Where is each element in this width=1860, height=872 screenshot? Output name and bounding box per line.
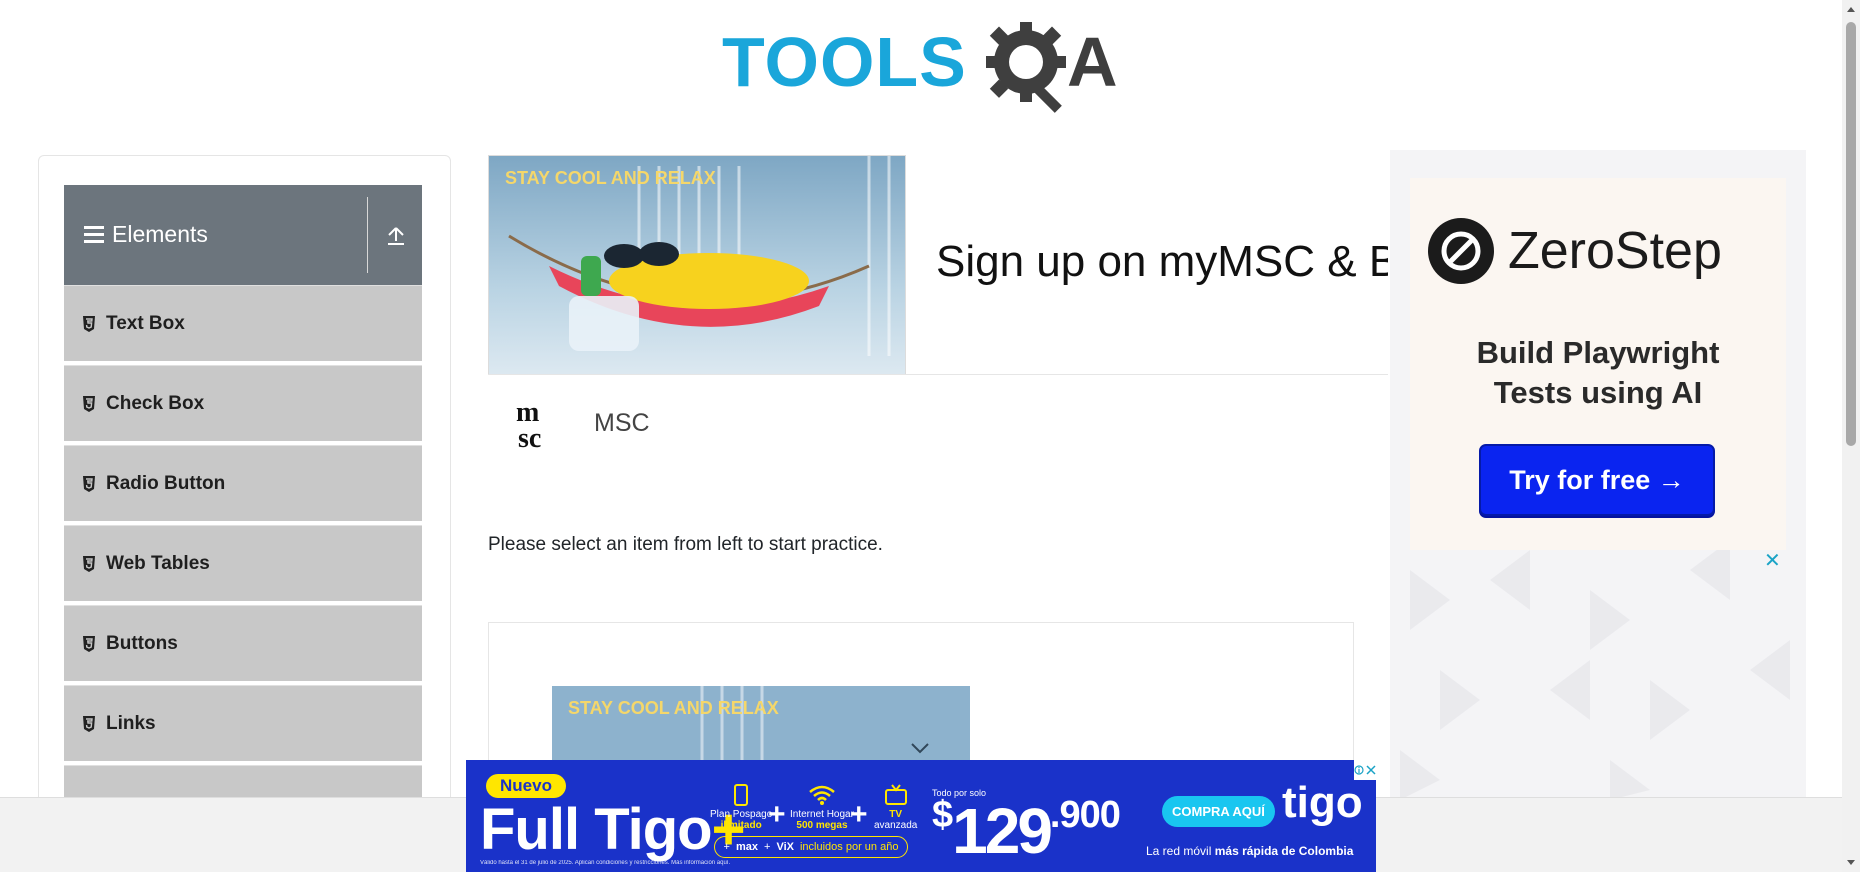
html5-shield-icon: [82, 396, 96, 412]
zerostep-logo-icon: [1428, 218, 1494, 284]
vertical-scrollbar[interactable]: [1842, 0, 1860, 872]
ad-headline[interactable]: Sign up on myMSC & B: [936, 237, 1388, 287]
tigo-streaming-pill: + max + ViX incluidos por un año: [714, 836, 908, 858]
html5-shield-icon: [82, 476, 96, 492]
sidebar-item-label: Radio Button: [106, 473, 226, 494]
close-icon[interactable]: ✕: [1764, 548, 1781, 572]
try-for-free-button[interactable]: Try for free →: [1479, 444, 1715, 516]
tigo-plus-2: +: [850, 798, 868, 831]
zerostep-card[interactable]: ZeroStep Build Playwright Tests using AI…: [1410, 178, 1786, 550]
html5-shield-icon: [82, 716, 96, 732]
group-title-label: Elements: [112, 221, 208, 247]
tigo-item2-top: Internet Hogar: [790, 809, 854, 820]
tigo-full-title: Full Tigo +: [480, 796, 745, 863]
tigo-logo: tigo: [1282, 778, 1363, 827]
sidebar-item-text-box[interactable]: Text Box: [64, 285, 422, 363]
elements-group-header[interactable]: Elements: [64, 185, 422, 285]
tigo-price-dollar: $: [932, 794, 953, 836]
tigo-full-word: Full: [480, 797, 580, 862]
tigo-plus-1: +: [768, 798, 786, 831]
tigo-item2-bottom: 500 megas: [796, 820, 848, 831]
ad-image-banana-hammock[interactable]: STAY COOL AND RELAX: [488, 155, 906, 374]
logo-text-tools: TOOLS: [722, 23, 967, 101]
sidebar-item-buttons[interactable]: Buttons: [64, 605, 422, 683]
tv-icon: [884, 784, 907, 805]
sidebar-item-label: Buttons: [106, 633, 178, 654]
tigo-buy-button[interactable]: COMPRA AQUÍ: [1162, 796, 1275, 827]
zerostep-logo-row: ZeroStep: [1428, 218, 1722, 284]
tigo-price-cents: .900: [1049, 794, 1121, 836]
sidebar-item-label: Check Box: [106, 393, 205, 414]
toolsqa-logo[interactable]: TOOLS A: [722, 18, 1122, 118]
html5-shield-icon: [82, 636, 96, 652]
tigo-item-tv: TV avanzada: [874, 784, 917, 831]
phone-icon: [734, 784, 749, 806]
sidebar-item-web-tables[interactable]: Web Tables: [64, 525, 422, 603]
tigo-slogan-pre: La red móvil: [1146, 844, 1212, 858]
sidebar-item-label: Web Tables: [106, 553, 210, 574]
zerostep-tagline: Build Playwright Tests using AI: [1410, 333, 1786, 413]
tigo-pill-plus: +: [723, 841, 730, 853]
sidebar-item-links[interactable]: Links: [64, 685, 422, 763]
group-title: Elements: [84, 221, 208, 248]
tigo-slogan: La red móvil más rápida de Colombia: [1146, 844, 1353, 858]
tigo-slogan-bold: más rápida de Colombia: [1214, 844, 1354, 858]
msc-logo: m sc: [516, 397, 541, 449]
html5-shield-icon: [82, 316, 96, 332]
practice-prompt: Please select an item from left to start…: [488, 534, 883, 555]
tigo-item1-bottom: ilimitado: [720, 820, 762, 831]
html5-shield-icon: [82, 556, 96, 572]
ad-brand-row[interactable]: m sc MSC: [512, 395, 650, 451]
wifi-icon: [809, 785, 835, 805]
sidebar-item-label: Links: [106, 713, 156, 734]
sidebar-item-radio-button[interactable]: Radio Button: [64, 445, 422, 523]
tigo-fine-print: Válido hasta el 31 de julio de 2025. Apl…: [480, 860, 731, 866]
scroll-up-arrow-icon[interactable]: [1842, 0, 1860, 18]
tigo-tigo-word: Tigo: [594, 797, 712, 862]
collapse-arrow-icon[interactable]: [384, 223, 408, 247]
zerostep-ad[interactable]: ZeroStep Build Playwright Tests using AI…: [1390, 150, 1806, 800]
tigo-pill-vix: ViX: [776, 841, 794, 853]
group-header-divider: [367, 197, 368, 273]
ad-brand-name: MSC: [594, 408, 650, 437]
tigo-pill-max: max: [735, 841, 759, 853]
tigo-price: $129.900: [932, 794, 1121, 868]
svg-text:sc: sc: [518, 423, 541, 449]
sidebar-item-label: Text Box: [106, 313, 185, 334]
tigo-item-phone: Plan Pospago ilimitado: [710, 784, 772, 831]
zerostep-tagline-line2: Tests using AI: [1493, 375, 1703, 410]
tigo-price-main: 129: [952, 795, 1053, 867]
ad-controls[interactable]: [1354, 760, 1376, 780]
tigo-pill-plus-2: +: [764, 841, 771, 853]
tigo-pill-text: incluidos por un año: [799, 841, 899, 853]
gear-magnifier-icon: [986, 22, 1066, 113]
tigo-item1-top: Plan Pospago: [710, 809, 773, 820]
sidebar-item-check-box[interactable]: Check Box: [64, 365, 422, 443]
tigo-item-wifi: Internet Hogar 500 megas: [790, 784, 854, 831]
zerostep-tagline-line1: Build Playwright: [1476, 335, 1720, 370]
tigo-item3-top: TV: [889, 809, 903, 820]
scroll-thumb[interactable]: [1846, 22, 1856, 446]
logo-text-a: A: [1067, 23, 1118, 101]
tigo-badge: Nuevo: [486, 774, 566, 798]
ad-image-caption: STAY COOL AND RELAX: [505, 168, 716, 188]
hamburger-icon: [84, 225, 104, 244]
close-icon[interactable]: [1366, 765, 1376, 775]
ad-choices-icon[interactable]: [1354, 765, 1364, 775]
tigo-ad-banner[interactable]: Nuevo Full Tigo+ Plan Pospago ilimitado …: [466, 760, 1376, 872]
msc-ad-banner[interactable]: STAY COOL AND RELAX Sign up on myMSC & B: [488, 155, 1388, 375]
ad-image-caption: STAY COOL AND RELAX: [568, 698, 779, 718]
zerostep-brand: ZeroStep: [1508, 222, 1722, 280]
scroll-down-arrow-icon[interactable]: [1842, 854, 1860, 872]
tigo-item3-bottom: avanzada: [874, 820, 918, 831]
